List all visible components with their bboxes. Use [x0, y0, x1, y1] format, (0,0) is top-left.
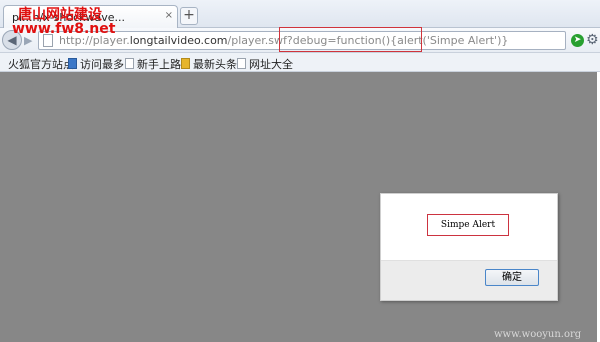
bookmarks-bar: 火狐官方站点 访问最多 新手上路 最新头条 网址大全	[0, 53, 600, 72]
bookmark-firefox-official[interactable]: 火狐官方站点	[8, 56, 74, 72]
rss-icon	[181, 58, 190, 69]
page-icon	[125, 58, 134, 69]
tab-close-icon[interactable]: ×	[165, 10, 173, 21]
watermark-site-url: www.fw8.net	[12, 21, 116, 37]
dialog-footer: 确定	[381, 260, 557, 300]
alert-dialog: Simpe Alert 确定	[380, 193, 558, 301]
bookmark-getting-started[interactable]: 新手上路	[125, 56, 181, 72]
gear-icon[interactable]: ⚙	[586, 32, 599, 48]
bookmark-icon	[68, 58, 77, 69]
go-arrow-icon[interactable]: ➤	[571, 34, 584, 47]
page-icon	[237, 58, 246, 69]
bookmark-most-visited[interactable]: 访问最多	[68, 56, 124, 72]
watermark-wooyun: www.wooyun.org	[494, 329, 582, 340]
bookmark-latest-headlines[interactable]: 最新头条	[181, 56, 237, 72]
alert-message: Simpe Alert	[427, 214, 509, 236]
url-highlight-box	[279, 27, 422, 52]
bookmark-web-directory[interactable]: 网址大全	[237, 56, 293, 72]
ok-button[interactable]: 确定	[485, 269, 539, 286]
new-tab-button[interactable]: +	[180, 7, 198, 25]
